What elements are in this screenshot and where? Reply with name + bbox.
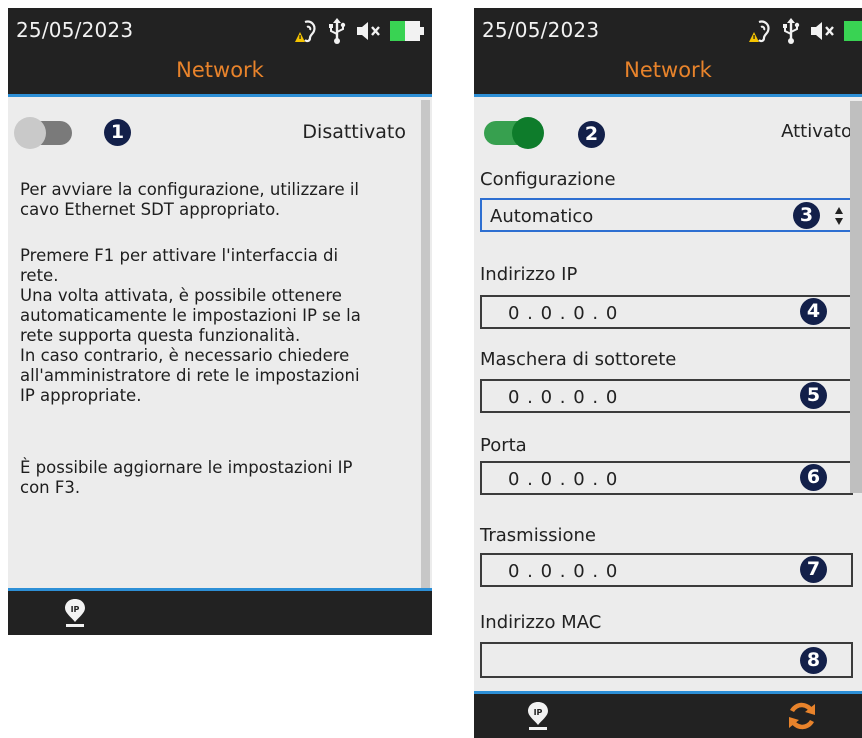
hearing-warning-icon <box>295 20 316 43</box>
battery-icon <box>390 21 424 41</box>
content-area: 1 Disattivato Per avviare la configurazi… <box>8 97 432 588</box>
broadcast-field[interactable]: 0 . 0 . 0 . 0 7 <box>480 553 853 587</box>
callout-badge: 2 <box>578 121 605 148</box>
text-line: cavo Ethernet SDT appropriato. <box>20 200 281 219</box>
usb-icon <box>329 18 346 44</box>
function-key-bar: IP <box>474 691 862 738</box>
ip-location-icon[interactable]: IP <box>526 700 550 732</box>
network-toggle[interactable] <box>484 117 544 149</box>
broadcast-value: 0 . 0 . 0 . 0 <box>508 561 619 582</box>
ip-location-icon[interactable]: IP <box>63 597 87 629</box>
subnet-mask-field[interactable]: 0 . 0 . 0 . 0 5 <box>480 379 853 413</box>
status-bar: 25/05/2023 Network <box>8 8 432 97</box>
speaker-muted-icon <box>357 22 380 40</box>
refresh-icon[interactable] <box>786 700 818 732</box>
toggle-knob <box>14 117 46 149</box>
status-icons <box>295 18 424 44</box>
toggle-knob <box>512 117 544 149</box>
date-label: 25/05/2023 <box>482 18 600 42</box>
svg-text:IP: IP <box>71 605 80 614</box>
ip-address-field[interactable]: 0 . 0 . 0 . 0 4 <box>480 295 853 329</box>
subnet-mask-value: 0 . 0 . 0 . 0 <box>508 387 619 408</box>
date-label: 25/05/2023 <box>16 18 134 42</box>
gateway-field[interactable]: 0 . 0 . 0 . 0 6 <box>480 461 853 495</box>
instruction-paragraph: È possibile aggiornare le impostazioni I… <box>20 458 415 498</box>
select-arrows-icon <box>835 207 843 225</box>
gateway-value: 0 . 0 . 0 . 0 <box>508 469 619 490</box>
instruction-paragraph: Per avviare la configurazione, utilizzar… <box>20 180 415 220</box>
broadcast-label: Trasmissione <box>480 525 596 546</box>
callout-badge: 6 <box>800 464 827 491</box>
callout-badge: 5 <box>800 382 827 409</box>
scrollbar[interactable] <box>850 101 862 493</box>
instruction-paragraph: Premere F1 per attivare l'interfaccia di… <box>20 246 415 406</box>
text-line: con F3. <box>20 478 81 497</box>
scrollbar[interactable] <box>421 100 430 588</box>
network-status: Attivato <box>781 121 852 142</box>
configuration-select[interactable]: Automatico 3 <box>480 198 853 232</box>
network-screen-enabled: 25/05/2023 Network 2 Attivato Configuraz… <box>474 8 862 738</box>
gateway-label: Porta <box>480 435 527 456</box>
text-line: Per avviare la configurazione, utilizzar… <box>20 180 360 199</box>
text-line: automaticamente le impostazioni IP se la <box>20 306 361 325</box>
callout-badge: 8 <box>800 647 827 674</box>
hearing-warning-icon <box>749 20 770 43</box>
status-bar: 25/05/2023 Network <box>474 8 862 97</box>
text-line: Premere F1 per attivare l'interfaccia di <box>20 246 339 265</box>
text-line: rete. <box>20 266 59 285</box>
subnet-mask-label: Maschera di sottorete <box>480 349 677 370</box>
text-line: Una volta attivata, è possibile ottenere <box>20 286 342 305</box>
configuration-label: Configurazione <box>480 169 616 190</box>
function-key-bar: IP <box>8 588 432 635</box>
svg-text:IP: IP <box>534 708 543 717</box>
mac-address-label: Indirizzo MAC <box>480 612 602 633</box>
page-title: Network <box>176 58 264 82</box>
mac-address-field[interactable]: 8 <box>480 642 853 678</box>
page-title: Network <box>624 58 712 82</box>
text-line: rete supporta questa funzionalità. <box>20 326 301 345</box>
status-icons <box>749 18 862 44</box>
text-line: IP appropriate. <box>20 386 142 405</box>
network-toggle[interactable] <box>14 117 72 149</box>
callout-badge: 1 <box>104 119 131 146</box>
callout-badge: 3 <box>793 202 820 229</box>
network-screen-disabled: 25/05/2023 Network 1 Disattivato Per avv… <box>8 8 432 635</box>
text-line: In caso contrario, è necessario chiedere <box>20 346 350 365</box>
text-line: È possibile aggiornare le impostazioni I… <box>20 458 353 477</box>
content-area: 2 Attivato Configurazione Automatico 3 I… <box>474 97 862 691</box>
text-line: all'amministratore di rete le impostazio… <box>20 366 360 385</box>
network-status: Disattivato <box>302 121 406 143</box>
callout-badge: 4 <box>800 298 827 325</box>
ip-address-value: 0 . 0 . 0 . 0 <box>508 303 619 324</box>
speaker-muted-icon <box>811 22 834 40</box>
ip-address-label: Indirizzo IP <box>480 264 578 285</box>
callout-badge: 7 <box>800 556 827 583</box>
battery-icon <box>844 21 862 41</box>
configuration-value: Automatico <box>490 206 594 227</box>
usb-icon <box>783 18 800 44</box>
